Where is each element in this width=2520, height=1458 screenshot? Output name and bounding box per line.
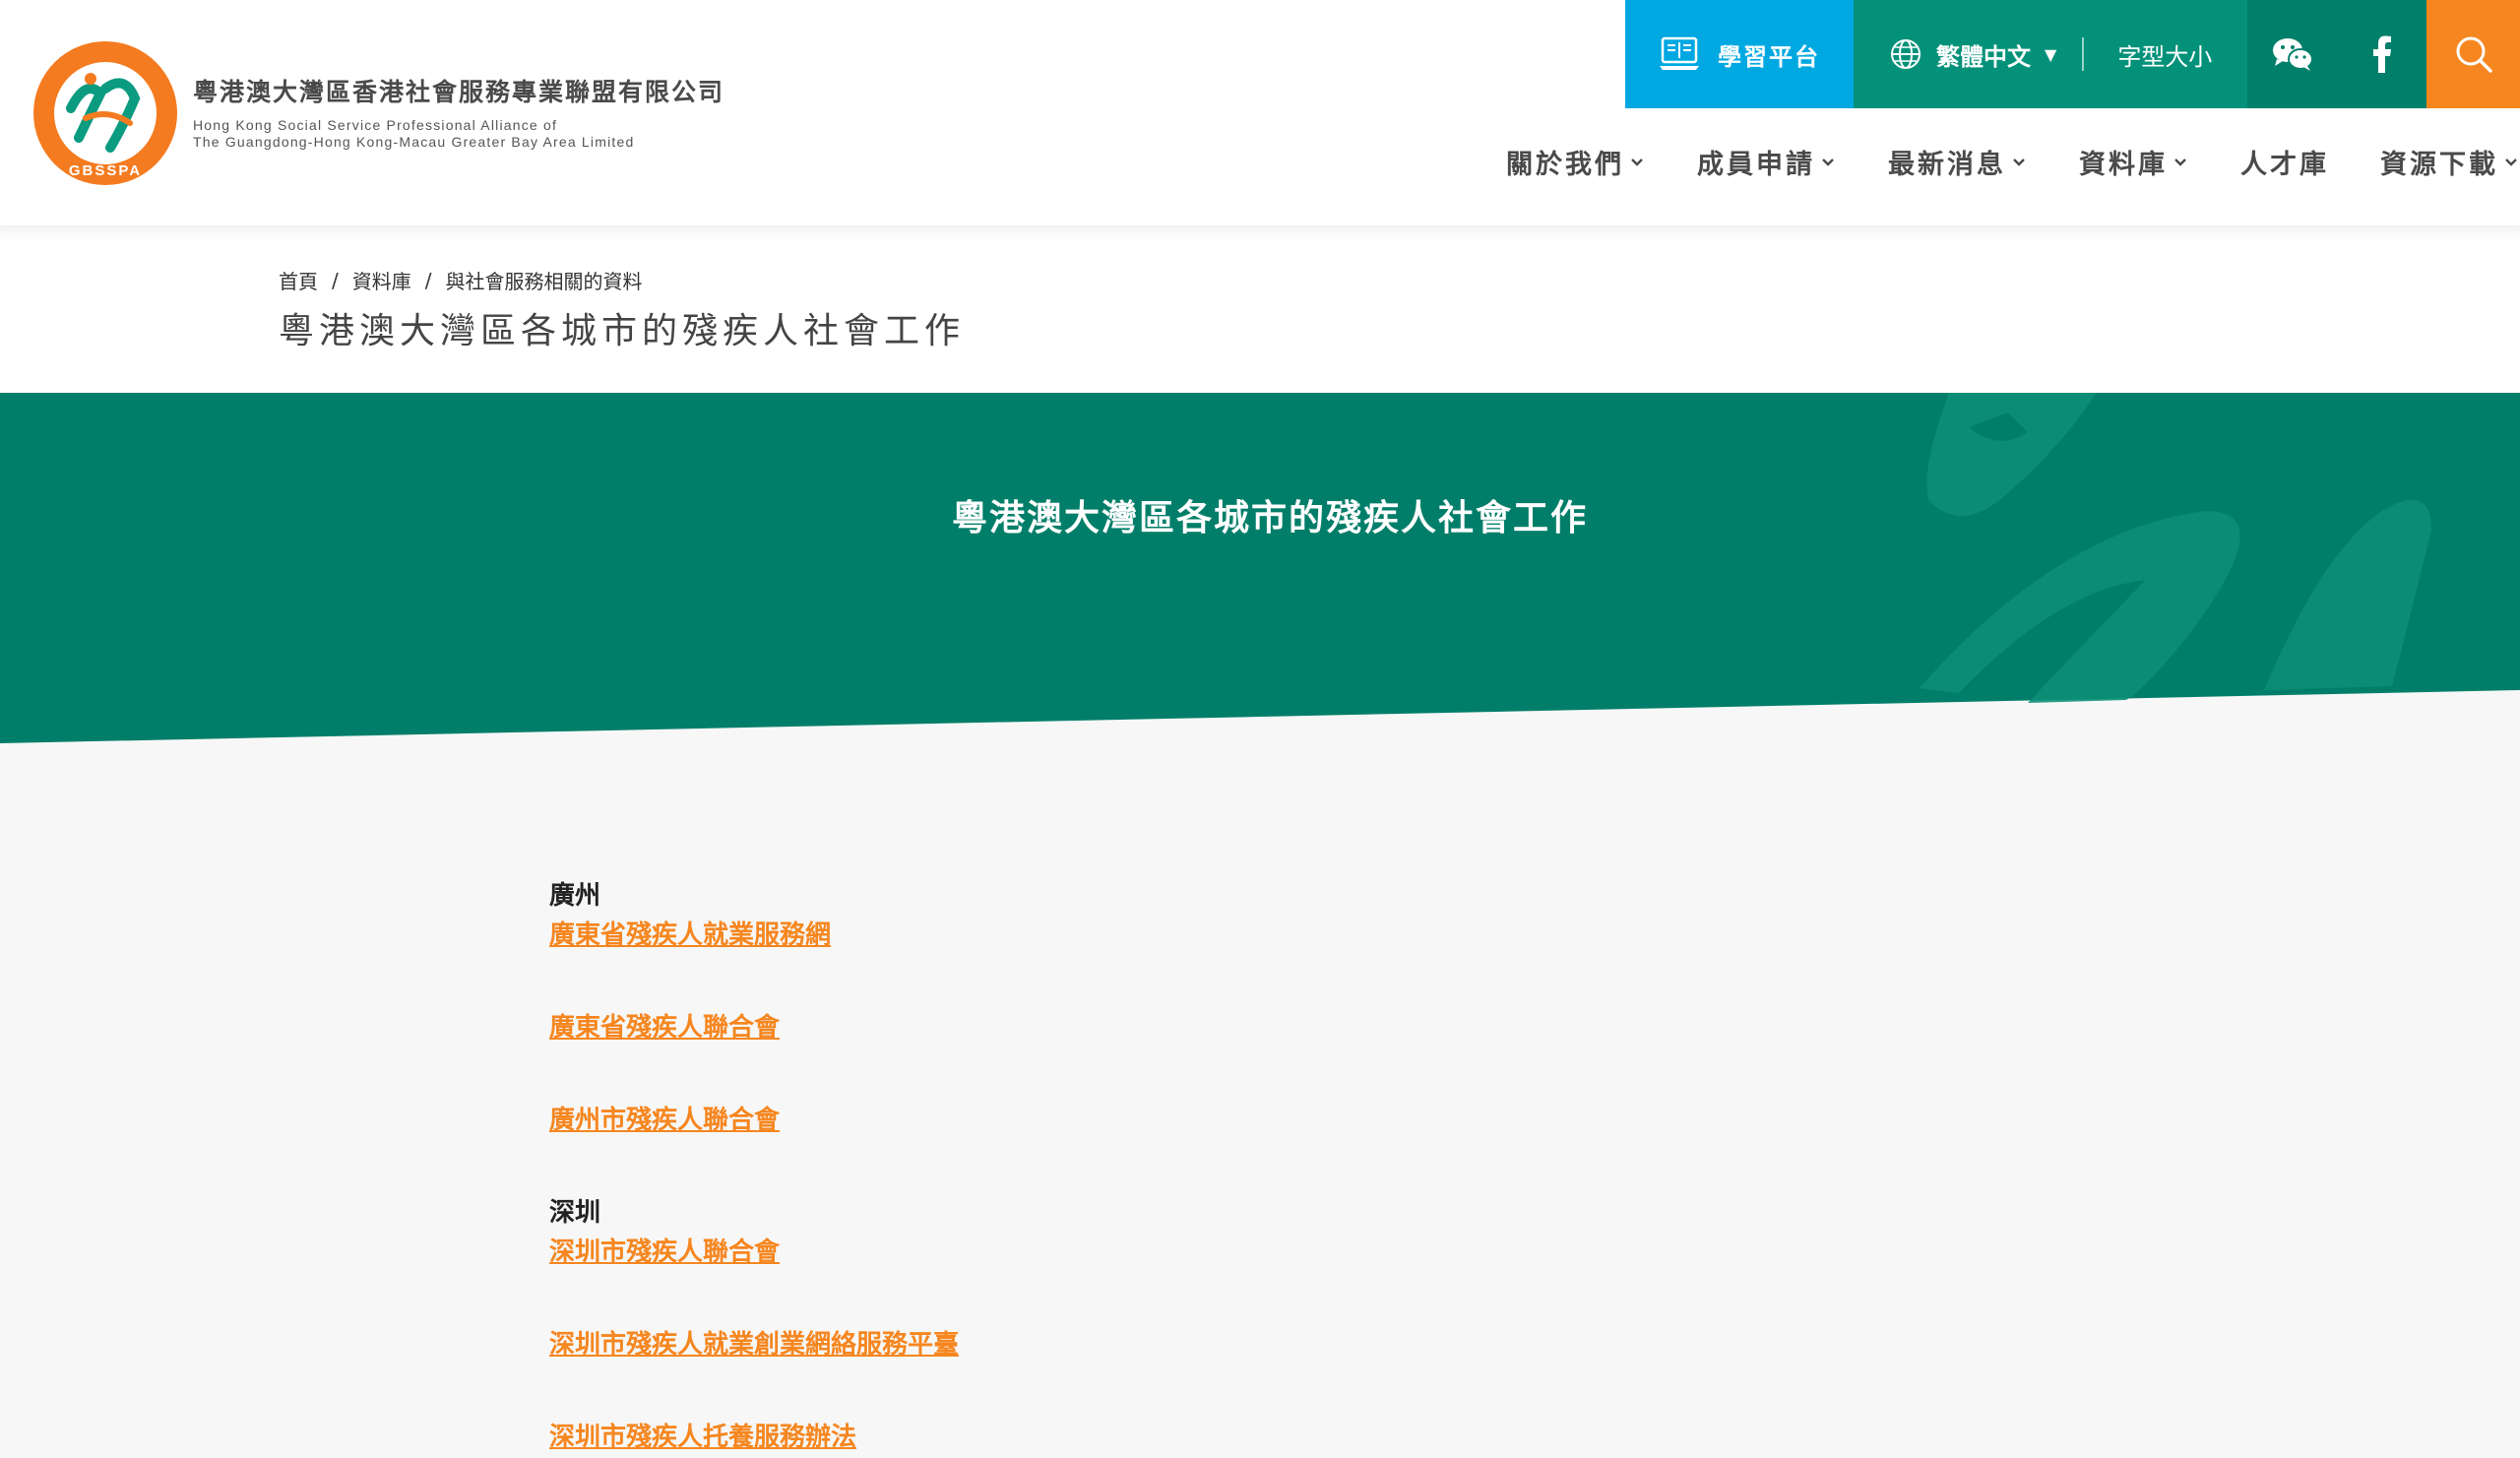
nav-item-downloads[interactable]: 資源下載 [2380,143,2520,181]
org-name-cn: 粵港澳大灣區香港社會服務專業聯盟有限公司 [193,78,725,106]
social-links [2247,0,2426,108]
facebook-icon [2372,35,2391,73]
org-name-en-line1: Hong Kong Social Service Professional Al… [193,117,558,133]
breadcrumb-home[interactable]: 首頁 [279,266,318,294]
breadcrumb-current[interactable]: 與社會服務相關的資料 [446,266,643,294]
resource-link[interactable]: 廣州市殘疾人聯合會 [549,1101,959,1140]
chevron-down-icon [2013,158,2025,166]
logo-text[interactable]: 粵港澳大灣區香港社會服務專業聯盟有限公司 Hong Kong Social Se… [193,73,724,151]
search-button[interactable] [2426,0,2520,108]
language-bar: 繁體中文 ▼ 字型大小 [1854,0,2247,108]
nav-item-database[interactable]: 資料庫 [2079,143,2189,181]
page-title: 粵港澳大灣區各城市的殘疾人社會工作 [279,311,966,351]
font-size-button[interactable]: 字型大小 [2117,37,2212,72]
nav-item-about[interactable]: 關於我們 [1506,143,1646,181]
site-header: GBSSPA 粵港澳大灣區香港社會服務專業聯盟有限公司 Hong Kong So… [0,0,2520,225]
globe-icon [1891,39,1921,69]
breadcrumb-separator: / [332,268,339,292]
resource-link[interactable]: 深圳市殘疾人聯合會 [549,1233,959,1272]
nav-item-news[interactable]: 最新消息 [1888,143,2028,181]
nav-label: 關於我們 [1506,150,1624,180]
gbsspa-logo[interactable]: GBSSPA [32,39,179,187]
chevron-down-icon [1631,158,1643,166]
divider [2082,37,2085,71]
resource-link[interactable]: 廣東省殘疾人就業服務網 [549,916,959,955]
city-heading: 深圳 [549,1198,601,1228]
learning-platform-label: 學習平台 [1718,42,1820,71]
resource-link[interactable]: 廣東省殘疾人聯合會 [549,1008,959,1047]
hero-banner: 粵港澳大灣區各城市的殘疾人社會工作 [0,393,2520,747]
nav-label: 資料庫 [2079,150,2168,180]
search-icon [2456,36,2492,73]
nav-item-talent[interactable]: 人才庫 [2240,143,2329,181]
caret-down-icon[interactable]: ▼ [2045,45,2056,64]
org-name-en-line2: The Guangdong-Hong Kong-Macau Greater Ba… [193,134,635,150]
logo-ring-text: GBSSPA [69,162,142,179]
top-utility-bar: 學習平台 繁體中文 ▼ 字型大小 [1625,0,2520,108]
laptop-book-icon [1660,36,1699,70]
city-section-shenzhen: 深圳 深圳市殘疾人聯合會 深圳市殘疾人就業創業網絡服務平臺 深圳市殘疾人托養服務… [549,1193,959,1457]
org-name-en: Hong Kong Social Service Professional Al… [193,117,724,151]
breadcrumb-separator: / [424,268,432,292]
chevron-down-icon [2174,158,2186,166]
nav-item-membership[interactable]: 成員申請 [1697,143,1837,181]
nav-label: 資源下載 [2380,150,2498,180]
nav-label: 成員申請 [1697,150,1815,180]
nav-label: 人才庫 [2240,150,2329,180]
chevron-down-icon [1822,158,1834,166]
learning-platform-button[interactable]: 學習平台 [1625,0,1854,108]
city-heading: 廣州 [549,881,601,911]
chevron-down-icon [2505,158,2517,166]
banner-background [0,393,2520,743]
wechat-icon [2272,38,2313,71]
city-section-guangzhou: 廣州 廣東省殘疾人就業服務網 廣東省殘疾人聯合會 廣州市殘疾人聯合會 [549,876,959,1140]
content-area: 廣州 廣東省殘疾人就業服務網 廣東省殘疾人聯合會 廣州市殘疾人聯合會 深圳 深圳… [549,876,959,1457]
nav-label: 最新消息 [1888,150,2006,180]
wechat-button[interactable] [2247,0,2337,108]
breadcrumb: 首頁 / 資料庫 / 與社會服務相關的資料 [279,266,643,294]
breadcrumb-database[interactable]: 資料庫 [352,266,411,294]
main-nav: 關於我們 成員申請 最新消息 資料庫 人才庫 資源下載 [1506,143,2520,181]
resource-link[interactable]: 深圳市殘疾人托養服務辦法 [549,1418,959,1457]
banner-title: 粵港澳大灣區各城市的殘疾人社會工作 [951,498,1588,539]
page-heading-area: 首頁 / 資料庫 / 與社會服務相關的資料 粵港澳大灣區各城市的殘疾人社會工作 [0,225,2520,393]
resource-link[interactable]: 深圳市殘疾人就業創業網絡服務平臺 [549,1325,959,1364]
facebook-button[interactable] [2337,0,2426,108]
language-select[interactable]: 繁體中文 [1936,37,2031,72]
